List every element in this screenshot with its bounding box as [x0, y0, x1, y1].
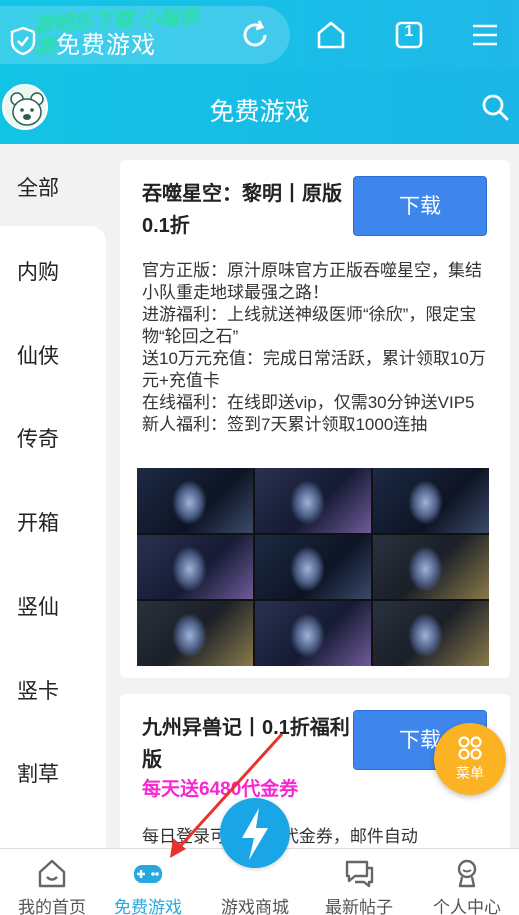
tabs-button[interactable]: 1	[392, 18, 426, 52]
sidebar-item-shuxian[interactable]: 竖仙	[0, 591, 76, 621]
home-icon	[38, 859, 66, 888]
nav-label: 我的首页	[18, 898, 86, 915]
chat-icon	[345, 860, 374, 888]
game-title[interactable]: 九州异兽记丨0.1折福利版	[142, 712, 362, 776]
floating-menu-label: 菜单	[456, 765, 484, 781]
nav-profile[interactable]: 个人中心	[415, 849, 519, 915]
screenshot-thumbnail	[373, 534, 489, 600]
sidebar-item-shuka[interactable]: 竖卡	[0, 675, 76, 705]
category-sidebar: 全部 内购 仙侠 传奇 开箱 竖仙 竖卡 割草	[0, 144, 106, 848]
menu-icon[interactable]	[468, 18, 502, 52]
game-store-center-button[interactable]	[220, 798, 290, 868]
gamepad-icon	[134, 865, 162, 883]
nav-label: 最新帖子	[325, 898, 393, 915]
nav-free-games[interactable]: 免费游戏	[96, 849, 200, 915]
sidebar-item-all[interactable]: 全部	[0, 144, 106, 226]
screenshot-thumbnail	[137, 468, 253, 533]
grid-icon	[458, 736, 482, 760]
watermark-logo: 游吧乐下载 小编亲测	[32, 5, 200, 59]
nav-home[interactable]: 我的首页	[0, 849, 104, 915]
nav-label: 免费游戏	[114, 898, 182, 915]
category-list: 内购 仙侠 传奇 开箱 竖仙 竖卡 割草	[0, 226, 106, 848]
sidebar-item-kaixiang[interactable]: 开箱	[0, 507, 76, 537]
app-header: 免费游戏	[0, 70, 519, 144]
download-button[interactable]: 下载	[353, 176, 487, 236]
browser-toolbar: 免费游戏 游吧乐下载 小编亲测 1	[0, 0, 519, 70]
sidebar-item-xianxia[interactable]: 仙侠	[0, 340, 76, 370]
promo-text: 每天送6480代金券	[142, 779, 299, 800]
sidebar-item-chuanqi[interactable]: 传奇	[0, 423, 76, 453]
game-screenshots[interactable]	[137, 468, 489, 666]
screenshot-thumbnail	[137, 534, 253, 600]
game-title[interactable]: 吞噬星空：黎明丨原版0.1折	[142, 178, 362, 242]
shield-check-icon	[10, 26, 36, 56]
game-card[interactable]: 吞噬星空：黎明丨原版0.1折 下载 官方正版：原汁原味官方正版吞噬星空，集结小队…	[120, 160, 510, 678]
screenshot-thumbnail	[373, 601, 489, 666]
sidebar-item-label: 全部	[17, 177, 59, 200]
search-icon[interactable]	[480, 92, 510, 122]
nav-label: 游戏商城	[221, 898, 289, 915]
screenshot-thumbnail	[255, 534, 371, 600]
sidebar-item-gecao[interactable]: 割草	[0, 758, 76, 788]
user-icon	[457, 859, 477, 888]
sidebar-item-neigou[interactable]: 内购	[0, 256, 76, 286]
page-title: 免费游戏	[209, 98, 310, 126]
screenshot-thumbnail	[373, 468, 489, 533]
screenshot-thumbnail	[137, 601, 253, 666]
nav-label: 个人中心	[433, 898, 501, 915]
game-description: 官方正版：原汁原味官方正版吞噬星空，集结小队重走地球最强之路！ 进游福利：上线就…	[142, 261, 486, 434]
screenshot-thumbnail	[255, 601, 371, 666]
lightning-icon	[242, 808, 268, 860]
home-icon[interactable]	[314, 18, 348, 52]
refresh-icon[interactable]	[238, 18, 272, 52]
floating-menu-button[interactable]: 菜单	[434, 723, 506, 795]
screenshot-thumbnail	[255, 468, 371, 533]
tab-count: 1	[404, 23, 414, 40]
nav-latest-posts[interactable]: 最新帖子	[307, 849, 411, 915]
